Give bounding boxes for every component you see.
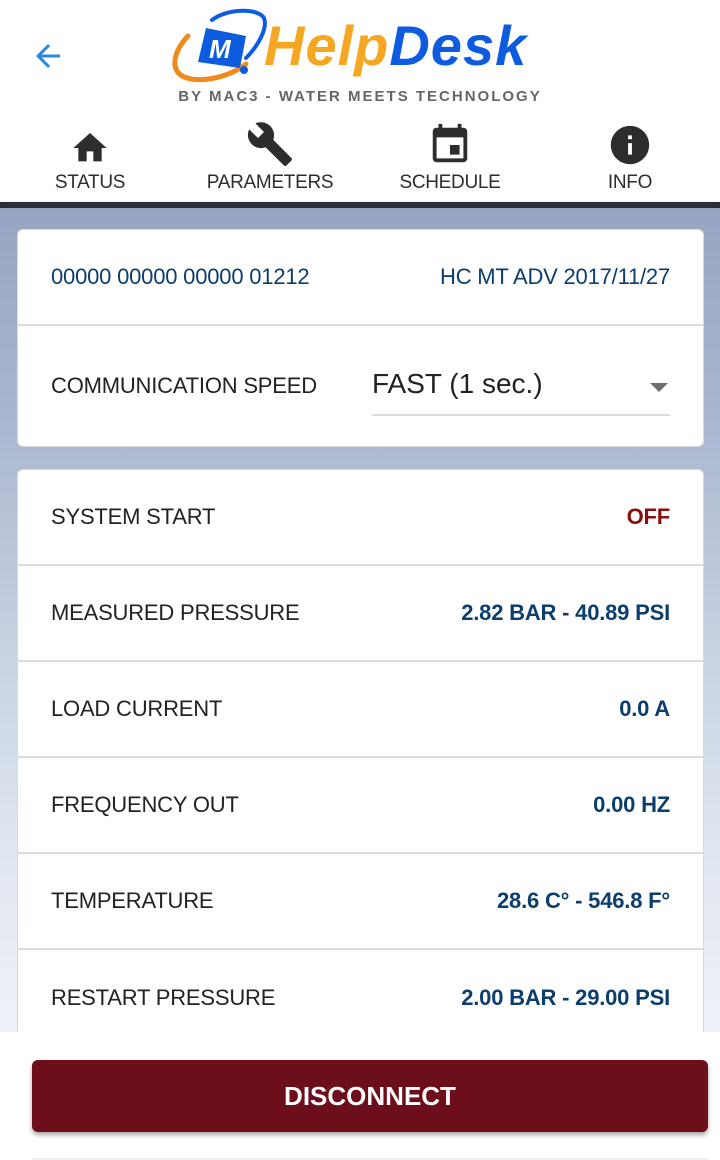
- device-card: 00000 00000 00000 01212 HC MT ADV 2017/1…: [17, 229, 704, 447]
- status-label: TEMPERATURE: [51, 888, 214, 913]
- status-value: 28.6 C° - 546.8 F°: [497, 888, 670, 913]
- status-value: 2.82 BAR - 40.89 PSI: [461, 600, 670, 625]
- dropdown-arrow-icon: [650, 383, 668, 392]
- logo-wordmark: HelpDesk: [264, 12, 527, 80]
- home-icon: [73, 133, 107, 162]
- status-value: 0.00 HZ: [593, 792, 670, 817]
- svg-text:M: M: [209, 34, 232, 64]
- device-serial: 00000 00000 00000 01212: [51, 264, 310, 289]
- footer: DISCONNECT: [0, 1032, 720, 1160]
- tab-parameters-label: PARAMETERS: [206, 172, 334, 193]
- tab-bar: STATUS PARAMETERS SCHEDULE INFO: [0, 120, 720, 202]
- logo-mark-icon: M: [172, 8, 267, 83]
- status-row-measured-pressure: MEASURED PRESSURE 2.82 BAR - 40.89 PSI: [18, 566, 703, 662]
- calendar-icon: [432, 123, 468, 163]
- tab-status[interactable]: STATUS: [0, 120, 180, 202]
- arrow-left-icon: [36, 44, 60, 68]
- logo-help-text: Help: [264, 14, 390, 77]
- status-value: 2.00 BAR - 29.00 PSI: [461, 985, 670, 1010]
- tab-parameters[interactable]: PARAMETERS: [180, 120, 360, 202]
- tab-schedule[interactable]: SCHEDULE: [360, 120, 540, 202]
- tagline: BY MAC3 - WATER MEETS TECHNOLOGY: [178, 88, 542, 105]
- disconnect-button[interactable]: DISCONNECT: [32, 1060, 708, 1132]
- status-content[interactable]: 00000 00000 00000 01212 HC MT ADV 2017/1…: [0, 208, 720, 1032]
- communication-speed-label: COMMUNICATION SPEED: [51, 373, 317, 398]
- tab-schedule-label: SCHEDULE: [399, 172, 501, 193]
- status-value: 0.0 A: [619, 696, 670, 721]
- status-label: FREQUENCY OUT: [51, 792, 239, 817]
- communication-speed-row: COMMUNICATION SPEED FAST (1 sec.): [18, 326, 703, 446]
- status-row-frequency-out: FREQUENCY OUT 0.00 HZ: [18, 758, 703, 854]
- communication-speed-select[interactable]: FAST (1 sec.): [372, 358, 670, 416]
- status-label: LOAD CURRENT: [51, 696, 223, 721]
- status-row-restart-pressure: RESTART PRESSURE 2.00 BAR - 29.00 PSI: [18, 950, 703, 1032]
- status-label: RESTART PRESSURE: [51, 985, 276, 1010]
- status-label: SYSTEM START: [51, 504, 216, 529]
- tab-info[interactable]: INFO: [540, 120, 720, 202]
- device-model: HC MT ADV 2017/11/27: [440, 264, 670, 289]
- tab-info-label: INFO: [607, 172, 653, 193]
- status-row-temperature: TEMPERATURE 28.6 C° - 546.8 F°: [18, 854, 703, 950]
- communication-speed-value: FAST (1 sec.): [372, 368, 543, 399]
- status-row-system-start: SYSTEM START OFF: [18, 470, 703, 566]
- status-label: MEASURED PRESSURE: [51, 600, 300, 625]
- helpdesk-logo: M HelpDesk: [168, 6, 548, 86]
- status-card: SYSTEM START OFF MEASURED PRESSURE 2.82 …: [17, 469, 704, 1032]
- back-button[interactable]: [26, 36, 70, 76]
- app-header: M HelpDesk BY MAC3 - WATER MEETS TECHNOL…: [0, 0, 720, 120]
- wrench-icon: [247, 122, 292, 166]
- status-value: OFF: [626, 504, 671, 529]
- device-id-row: 00000 00000 00000 01212 HC MT ADV 2017/1…: [18, 230, 703, 326]
- tab-status-label: STATUS: [54, 172, 126, 193]
- info-icon: [610, 125, 650, 165]
- logo-desk-text: Desk: [389, 14, 528, 77]
- status-row-load-current: LOAD CURRENT 0.0 A: [18, 662, 703, 758]
